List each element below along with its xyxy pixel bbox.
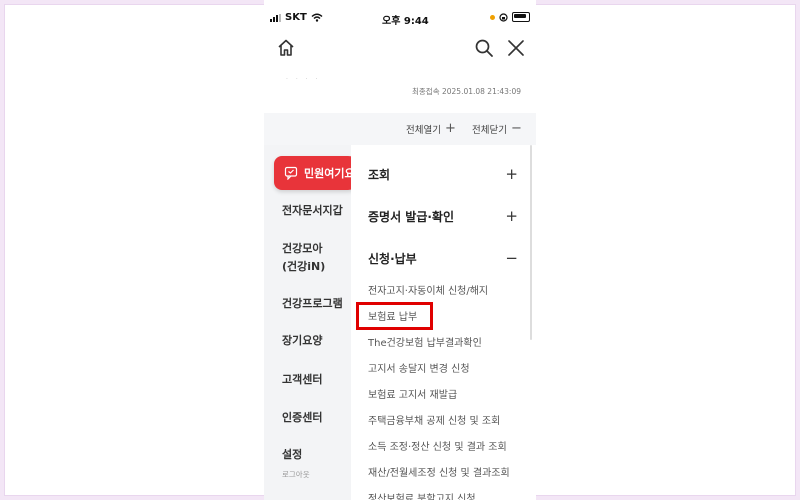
carrier-label: SKT — [285, 12, 307, 23]
close-icon — [508, 40, 524, 56]
expand-toolbar: 전체열기 + 전체닫기 − — [264, 113, 536, 145]
close-all-label: 전체닫기 — [472, 125, 507, 136]
expand-plus-icon: + — [505, 165, 518, 183]
sub-item-premium-payment[interactable]: 보험료 납부 — [368, 308, 417, 323]
wifi-icon — [311, 13, 323, 22]
sidebar: 전자문서지갑 건강모아 (건강iN) 건강프로그램 장기요양 고객센터 인증센터 … — [264, 145, 351, 500]
battery-icon — [512, 12, 530, 22]
lock-rotation-icon — [499, 12, 508, 22]
sub-item-property-adjust[interactable]: 재산/전월세조정 신청 및 결과조회 — [368, 464, 510, 479]
sidebar-item-health-program[interactable]: 건강프로그램 — [282, 295, 343, 313]
search-button[interactable] — [472, 36, 496, 60]
sidebar-item-label: 건강모아 — [282, 242, 323, 255]
sidebar-item-label: 건강프로그램 — [282, 297, 343, 310]
status-bar: SKT 오후 9:44 — [264, 8, 536, 28]
sidebar-item-long-term-care[interactable]: 장기요양 — [282, 332, 322, 350]
collapse-minus-icon: − — [505, 249, 518, 267]
sub-item-installment[interactable]: 정산보험료 분할고지 신청 — [368, 490, 476, 500]
user-name-faint: · · · · — [286, 76, 321, 83]
sidebar-item-label: 인증센터 — [282, 411, 323, 424]
sub-item-housing-debt[interactable]: 주택금융부채 공제 신청 및 조회 — [368, 412, 500, 427]
sub-item-auto-transfer[interactable]: 전자고지·자동이체 신청/해지 — [368, 282, 488, 297]
home-icon — [278, 39, 294, 56]
search-icon — [475, 39, 493, 57]
sub-item-notice-reissue[interactable]: 보험료 고지서 재발급 — [368, 386, 457, 401]
section-certificate[interactable]: 증명서 발급·확인 + — [368, 207, 518, 226]
plus-icon: + — [444, 121, 456, 136]
last-login-text: 최종접속 2025.01.08 21:43:09 — [412, 87, 521, 96]
close-button[interactable] — [504, 36, 528, 60]
sub-item-address-change[interactable]: 고지서 송달지 변경 신청 — [368, 360, 470, 375]
chat-icon — [284, 166, 298, 180]
mic-indicator-icon — [490, 14, 495, 20]
scrollbar[interactable] — [530, 145, 532, 340]
expand-plus-icon: + — [505, 207, 518, 225]
logout-link[interactable]: 로그아웃 — [282, 466, 310, 484]
signal-icon — [270, 13, 281, 22]
sidebar-item-settings[interactable]: 설정로그아웃 — [282, 446, 310, 484]
sidebar-item-label: 설정 — [282, 448, 303, 461]
sub-item-payment-result[interactable]: The건강보험 납부결과확인 — [368, 334, 482, 349]
close-all-button[interactable]: 전체닫기 − — [472, 122, 522, 136]
complaint-tab-label: 민원여기요 — [304, 167, 355, 180]
home-button[interactable] — [274, 36, 298, 60]
phone-screen: SKT 오후 9:44 · · · · 최종접속 2025.01.08 21:4… — [264, 0, 536, 500]
complaint-tab[interactable]: 민원여기요 — [274, 156, 362, 190]
section-label: 조회 — [368, 168, 391, 182]
open-all-label: 전체열기 — [406, 125, 441, 136]
status-left: SKT — [270, 12, 323, 23]
sidebar-item-edoc-wallet[interactable]: 전자문서지갑 — [282, 202, 343, 220]
minus-icon: − — [510, 121, 522, 136]
status-time: 오후 9:44 — [382, 16, 429, 27]
open-all-button[interactable]: 전체열기 + — [406, 122, 456, 136]
sidebar-item-label: 고객센터 — [282, 373, 323, 386]
section-label: 증명서 발급·확인 — [368, 210, 455, 224]
sub-item-income-adjust[interactable]: 소득 조정·정산 신청 및 결과 조회 — [368, 438, 507, 453]
sidebar-item-auth-center[interactable]: 인증센터 — [282, 409, 322, 427]
section-inquiry[interactable]: 조회 + — [368, 165, 518, 184]
top-navigation — [264, 36, 536, 60]
section-label: 신청·납부 — [368, 252, 417, 266]
sidebar-item-label: 전자문서지갑 — [282, 204, 343, 217]
section-application-payment[interactable]: 신청·납부 − — [368, 249, 518, 268]
sidebar-item-label: 장기요양 — [282, 334, 323, 347]
sidebar-item-label: (건강iN) — [282, 260, 326, 273]
sidebar-item-customer-center[interactable]: 고객센터 — [282, 371, 322, 389]
menu-content: 조회 + 증명서 발급·확인 + 신청·납부 − 전자고지·자동이체 신청/해지… — [351, 145, 536, 500]
status-right — [490, 12, 530, 22]
sidebar-item-health-moa[interactable]: 건강모아 (건강iN) — [282, 240, 325, 276]
